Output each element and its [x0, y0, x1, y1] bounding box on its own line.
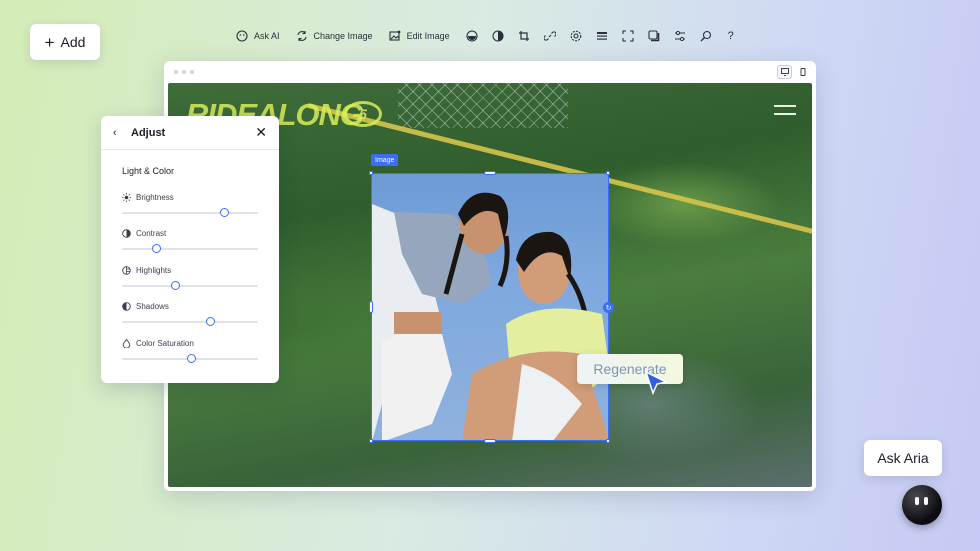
site-logo-badge: 5 — [344, 101, 382, 127]
brightness-label: Brightness — [136, 193, 174, 202]
change-image-button[interactable]: Change Image — [296, 30, 373, 42]
ask-ai-button[interactable]: Ask AI — [236, 30, 280, 42]
device-switch — [777, 65, 810, 79]
photo-people — [372, 192, 608, 440]
resize-handle-top-left[interactable] — [369, 171, 373, 175]
fence-pattern — [398, 83, 568, 128]
highlights-track[interactable] — [122, 285, 258, 287]
resize-handle-bottom-left[interactable] — [369, 439, 373, 443]
contrast-track[interactable] — [122, 248, 258, 250]
ask-ai-label: Ask AI — [254, 31, 280, 41]
aria-avatar-icon[interactable] — [902, 485, 942, 525]
resize-handle-bottom[interactable] — [484, 439, 496, 443]
close-icon[interactable]: ✕ — [255, 124, 267, 141]
fit-icon[interactable] — [622, 30, 635, 43]
highlights-slider-thumb[interactable] — [171, 281, 181, 290]
back-chevron-icon[interactable]: ‹ — [113, 127, 117, 139]
shadows-icon — [122, 302, 131, 311]
plus-icon: + — [44, 32, 55, 52]
editor-toolbar: Ask AI Change Image Edit Image ? — [236, 22, 734, 50]
ask-aria-button[interactable]: Ask Aria — [864, 440, 942, 476]
desktop-view-button[interactable] — [777, 65, 792, 79]
image-element-tag: Image — [371, 154, 399, 166]
resize-handle-bottom-right[interactable] — [606, 439, 610, 443]
shadows-slider-thumb[interactable] — [206, 317, 216, 326]
contrast-slider-thumb[interactable] — [152, 244, 161, 253]
color-saturation-label: Color Saturation — [136, 339, 194, 348]
ai-face-icon — [236, 30, 248, 42]
shadow-icon[interactable] — [648, 30, 661, 43]
shadows-track[interactable] — [122, 321, 258, 323]
edit-image-icon — [389, 30, 400, 41]
mobile-view-button[interactable] — [795, 65, 810, 79]
desktop-icon — [780, 68, 789, 76]
crop-icon[interactable] — [518, 30, 531, 43]
shadows-control: Shadows — [122, 302, 258, 332]
layers-icon[interactable] — [596, 30, 609, 43]
edit-image-label: Edit Image — [406, 31, 450, 41]
contrast-control: Contrast — [122, 229, 258, 259]
contrast-small-icon — [122, 229, 131, 238]
highlights-icon — [122, 266, 131, 275]
browser-bar — [164, 61, 816, 83]
cursor-icon — [644, 370, 669, 396]
selected-image[interactable] — [371, 173, 609, 441]
brightness-control: Brightness — [122, 193, 258, 223]
brightness-track[interactable] — [122, 212, 258, 214]
edit-image-button[interactable]: Edit Image — [389, 30, 450, 42]
resize-handle-left[interactable] — [369, 301, 373, 313]
color-saturation-control: Color Saturation — [122, 339, 258, 369]
rotate-handle-icon[interactable]: ↻ — [603, 302, 614, 313]
droplet-icon — [122, 339, 131, 348]
sliders-icon[interactable] — [674, 30, 687, 43]
adjust-panel-title: Adjust — [131, 127, 166, 139]
resize-handle-top-right[interactable] — [606, 171, 610, 175]
change-image-label: Change Image — [313, 31, 373, 41]
contrast-icon[interactable] — [492, 30, 505, 43]
settings-icon[interactable] — [570, 30, 583, 43]
highlights-label: Highlights — [136, 266, 172, 275]
contrast-label: Contrast — [136, 229, 167, 238]
shadows-label: Shadows — [136, 302, 169, 311]
menu-icon[interactable] — [774, 105, 796, 121]
add-button[interactable]: + Add — [30, 24, 100, 60]
color-saturation-slider-thumb[interactable] — [187, 354, 197, 363]
help-button[interactable]: ? — [728, 30, 734, 42]
adjust-panel-header: ‹ Adjust ✕ — [101, 116, 279, 150]
add-button-label: Add — [60, 34, 86, 50]
sun-icon — [122, 193, 131, 202]
adjust-panel: ‹ Adjust ✕ Light & Color Brightness Cont… — [101, 116, 279, 383]
resize-handle-top[interactable] — [484, 171, 496, 175]
brightness-slider-thumb[interactable] — [220, 208, 229, 217]
window-dots — [174, 70, 194, 74]
link-icon[interactable] — [544, 30, 557, 43]
zoom-icon[interactable] — [700, 30, 713, 43]
highlights-control: Highlights — [122, 266, 258, 296]
swap-icon — [296, 31, 307, 41]
mask-icon[interactable] — [466, 30, 479, 43]
mobile-icon — [800, 68, 805, 76]
light-color-heading: Light & Color — [122, 166, 175, 176]
